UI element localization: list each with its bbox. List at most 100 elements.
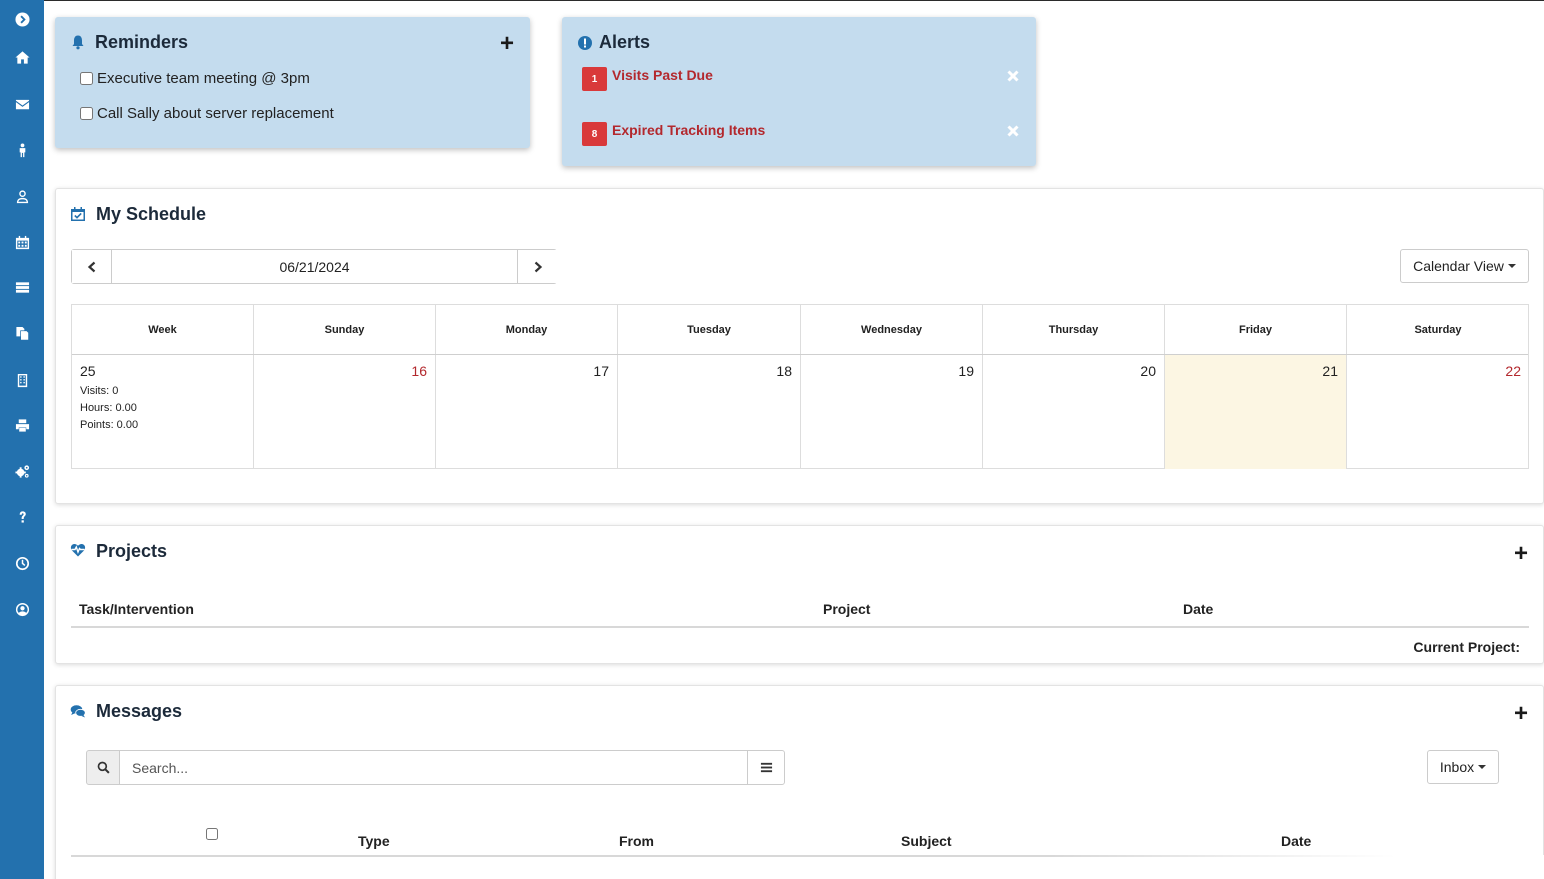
next-date-button[interactable] [518, 250, 557, 283]
day-number: 21 [1322, 363, 1338, 379]
column-header-task[interactable]: Task/Intervention [79, 601, 194, 617]
hamburger-icon [760, 762, 772, 773]
column-header-subject[interactable]: Subject [901, 833, 952, 849]
top-border [44, 0, 1544, 1]
alert-link[interactable]: Expired Tracking Items [612, 122, 765, 138]
alert-row: 1 Visits Past Due [582, 67, 1022, 91]
day-number: 20 [1140, 363, 1156, 379]
bottom-fade [1050, 855, 1544, 879]
week-calendar: Week Sunday Monday Tuesday Wednesday Thu… [71, 304, 1529, 469]
calendar-header-week: Week [72, 305, 254, 354]
reminder-checkbox[interactable] [80, 107, 93, 120]
reminder-item[interactable]: Executive team meeting @ 3pm [80, 70, 310, 87]
select-all-checkbox[interactable] [206, 828, 218, 840]
messages-panel: Messages + Inbox Type From Subject Date [55, 685, 1544, 879]
clock-icon[interactable] [0, 551, 44, 575]
bell-icon [70, 34, 86, 50]
alert-count-badge: 1 [582, 67, 607, 91]
calendar-header-day: Thursday [983, 305, 1165, 354]
reminders-card: Reminders + Executive team meeting @ 3pm… [55, 17, 530, 148]
folder-dropdown[interactable]: Inbox [1427, 750, 1499, 784]
date-navigator: 06/21/2024 [71, 249, 557, 284]
column-header-type[interactable]: Type [358, 833, 390, 849]
chevron-left-icon [87, 261, 95, 272]
files-icon[interactable] [0, 321, 44, 345]
question-icon[interactable] [0, 505, 44, 529]
alert-row: 8 Expired Tracking Items [582, 122, 1022, 146]
schedule-panel: My Schedule 06/21/2024 Calendar View Wee… [55, 188, 1544, 504]
heartbeat-icon [70, 542, 86, 558]
day-number: 18 [776, 363, 792, 379]
calendar-header-day: Wednesday [801, 305, 983, 354]
calendar-view-label: Calendar View [1413, 258, 1504, 274]
week-number: 25 [80, 363, 96, 379]
calendar-header-day: Tuesday [618, 305, 801, 354]
day-number: 16 [411, 363, 427, 379]
day-number: 17 [593, 363, 609, 379]
print-icon[interactable] [0, 413, 44, 437]
week-hours: Hours: 0.00 [80, 402, 137, 414]
messages-title: Messages [96, 701, 183, 721]
add-message-button[interactable]: + [1514, 702, 1528, 726]
schedule-title: My Schedule [96, 204, 207, 224]
account-icon[interactable] [0, 597, 44, 621]
folder-label: Inbox [1439, 759, 1475, 775]
calendar-day-cell[interactable]: 20 [983, 355, 1165, 469]
calendar-day-cell[interactable]: 16 [254, 355, 436, 469]
day-number: 19 [958, 363, 974, 379]
add-reminder-button[interactable]: + [500, 32, 514, 56]
projects-title: Projects [96, 541, 168, 561]
alert-link[interactable]: Visits Past Due [612, 67, 713, 83]
week-points: Points: 0.00 [80, 419, 139, 431]
alerts-title: Alerts [599, 32, 651, 52]
column-header-project[interactable]: Project [823, 601, 870, 617]
prev-date-button[interactable] [72, 250, 111, 283]
alerts-card: Alerts 1 Visits Past Due 8 Expired Track… [562, 17, 1036, 166]
column-header-date[interactable]: Date [1183, 601, 1213, 617]
calendar-header-day: Sunday [254, 305, 436, 354]
building-icon[interactable] [0, 368, 44, 392]
table-header-divider [71, 626, 1529, 628]
dismiss-alert-icon[interactable] [1006, 124, 1022, 140]
week-summary-cell: 25 Visits: 0 Hours: 0.00 Points: 0.00 [72, 355, 254, 469]
exclamation-circle-icon [577, 35, 593, 51]
list-icon[interactable] [0, 275, 44, 299]
calendar-check-icon [70, 206, 86, 222]
alert-count-badge: 8 [582, 122, 607, 146]
person-icon[interactable] [0, 138, 44, 162]
calendar-header-day: Saturday [1414, 323, 1462, 336]
reminder-label: Executive team meeting @ 3pm [97, 70, 310, 87]
user-icon[interactable] [0, 184, 44, 208]
calendar-day-cell-today[interactable]: 21 [1165, 355, 1347, 469]
chevron-right-icon [534, 261, 542, 272]
calendar-icon[interactable] [0, 230, 44, 254]
dismiss-alert-icon[interactable] [1006, 69, 1022, 85]
column-header-from[interactable]: From [619, 833, 654, 849]
search-input[interactable] [119, 750, 748, 785]
calendar-day-cell[interactable]: 19 [801, 355, 983, 469]
add-project-button[interactable]: + [1514, 542, 1528, 566]
expand-icon[interactable] [0, 7, 44, 31]
envelope-icon[interactable] [0, 92, 44, 116]
caret-down-icon [1478, 765, 1487, 769]
cogs-icon[interactable] [0, 459, 44, 483]
search-icon [86, 750, 120, 785]
calendar-day-cell[interactable]: 18 [618, 355, 801, 469]
calendar-view-dropdown[interactable]: Calendar View [1400, 249, 1529, 283]
column-header-date[interactable]: Date [1281, 833, 1311, 849]
calendar-header-day: Friday [1165, 305, 1347, 354]
calendar-header-day: Monday [436, 305, 618, 354]
reminder-label: Call Sally about server replacement [97, 105, 334, 122]
day-number: 22 [1505, 363, 1521, 379]
caret-down-icon [1507, 264, 1516, 268]
date-field[interactable]: 06/21/2024 [111, 250, 518, 283]
comments-icon [70, 703, 86, 719]
filter-menu-button[interactable] [747, 750, 785, 785]
reminder-checkbox[interactable] [80, 72, 93, 85]
calendar-day-cell[interactable]: 22 [1347, 355, 1529, 469]
calendar-day-cell[interactable]: 17 [436, 355, 618, 469]
home-icon[interactable] [0, 45, 44, 69]
reminders-title: Reminders [95, 32, 189, 52]
reminder-item[interactable]: Call Sally about server replacement [80, 105, 334, 122]
current-project-label: Current Project: [1413, 639, 1520, 655]
